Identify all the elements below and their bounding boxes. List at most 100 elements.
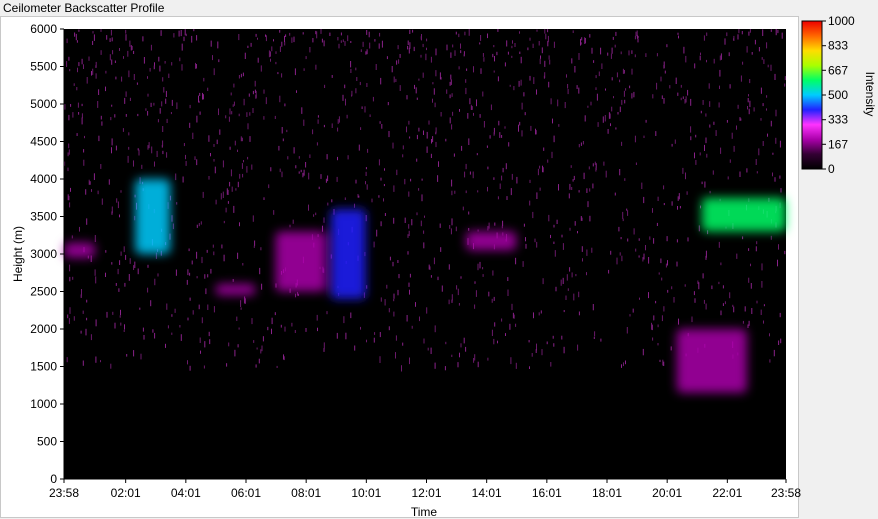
- noise-speck: [724, 38, 726, 45]
- noise-speck: [162, 126, 164, 132]
- noise-speck: [114, 322, 116, 329]
- noise-speck: [494, 222, 496, 226]
- noise-speck: [77, 102, 79, 108]
- noise-speck: [407, 234, 409, 238]
- colorbar-tick-label: 500: [828, 88, 848, 102]
- noise-speck: [677, 196, 679, 201]
- noise-speck: [621, 364, 622, 368]
- noise-speck: [482, 267, 484, 270]
- noise-speck: [683, 46, 685, 54]
- x-tick-label: 06:01: [231, 486, 261, 500]
- noise-speck: [263, 197, 265, 200]
- noise-speck: [255, 94, 257, 99]
- noise-speck: [293, 147, 295, 154]
- noise-speck: [85, 328, 87, 336]
- noise-speck: [652, 208, 653, 213]
- noise-speck: [240, 136, 242, 142]
- noise-speck: [580, 142, 582, 146]
- noise-speck: [538, 41, 540, 46]
- noise-speck: [718, 102, 720, 108]
- noise-speck: [746, 46, 748, 53]
- noise-speck: [522, 261, 524, 267]
- noise-speck: [440, 247, 442, 252]
- noise-speck: [194, 156, 196, 160]
- noise-speck: [729, 84, 731, 89]
- noise-speck: [779, 140, 781, 148]
- noise-speck: [136, 82, 138, 85]
- noise-speck: [519, 31, 520, 34]
- noise-speck: [530, 125, 532, 131]
- noise-speck: [366, 49, 368, 55]
- noise-speck: [80, 330, 82, 334]
- noise-speck: [525, 237, 526, 242]
- noise-speck: [305, 162, 307, 168]
- noise-speck: [534, 238, 536, 243]
- noise-speck: [770, 64, 772, 71]
- noise-speck: [569, 267, 571, 272]
- noise-speck: [477, 263, 479, 271]
- noise-speck: [473, 66, 474, 73]
- noise-speck: [426, 307, 428, 314]
- noise-speck: [231, 111, 233, 115]
- noise-speck: [374, 332, 376, 335]
- noise-speck: [582, 141, 584, 145]
- backscatter-chart[interactable]: 0500100015002000250030003500400045005000…: [0, 0, 878, 519]
- noise-speck: [719, 55, 721, 61]
- noise-speck: [153, 102, 155, 106]
- noise-speck: [746, 168, 748, 173]
- noise-speck: [594, 331, 596, 337]
- noise-speck: [605, 170, 607, 178]
- noise-speck: [677, 206, 678, 210]
- noise-speck: [208, 176, 210, 180]
- x-tick-label: 02:01: [111, 486, 141, 500]
- noise-speck: [686, 191, 688, 195]
- noise-speck: [488, 222, 490, 229]
- noise-speck: [541, 349, 543, 356]
- noise-speck: [762, 141, 764, 146]
- noise-speck: [159, 65, 161, 72]
- noise-speck: [90, 334, 92, 341]
- noise-speck: [117, 201, 119, 209]
- noise-speck: [354, 345, 356, 351]
- noise-speck: [613, 96, 614, 99]
- noise-speck: [775, 137, 777, 144]
- noise-speck: [203, 77, 205, 82]
- noise-speck: [610, 250, 612, 255]
- noise-speck: [110, 363, 112, 369]
- noise-speck: [420, 220, 422, 227]
- noise-speck: [137, 268, 139, 275]
- noise-speck: [255, 33, 257, 37]
- noise-speck: [253, 340, 255, 343]
- noise-speck: [337, 156, 338, 161]
- noise-speck: [541, 47, 543, 54]
- noise-speck: [226, 363, 228, 367]
- noise-speck: [570, 165, 572, 168]
- noise-speck: [663, 306, 665, 312]
- noise-speck: [227, 201, 229, 204]
- noise-speck: [300, 169, 302, 173]
- noise-speck: [323, 342, 325, 350]
- noise-speck: [212, 244, 214, 248]
- noise-speck: [76, 133, 78, 136]
- noise-speck: [367, 148, 369, 153]
- noise-speck: [477, 190, 479, 193]
- noise-speck: [580, 38, 581, 46]
- noise-speck: [271, 46, 273, 52]
- noise-speck: [709, 190, 711, 194]
- x-tick-label: 23:58: [49, 486, 79, 500]
- noise-speck: [774, 177, 776, 182]
- noise-speck: [732, 304, 734, 307]
- noise-speck: [111, 262, 113, 265]
- noise-speck: [573, 175, 575, 180]
- noise-speck: [380, 77, 382, 85]
- noise-speck: [653, 238, 655, 244]
- noise-speck: [189, 104, 191, 109]
- noise-speck: [567, 288, 569, 291]
- noise-speck: [411, 325, 413, 329]
- noise-speck: [506, 196, 508, 200]
- noise-speck: [271, 328, 272, 335]
- noise-speck: [641, 182, 643, 189]
- noise-speck: [772, 152, 774, 155]
- noise-speck: [251, 164, 253, 170]
- noise-speck: [719, 69, 721, 77]
